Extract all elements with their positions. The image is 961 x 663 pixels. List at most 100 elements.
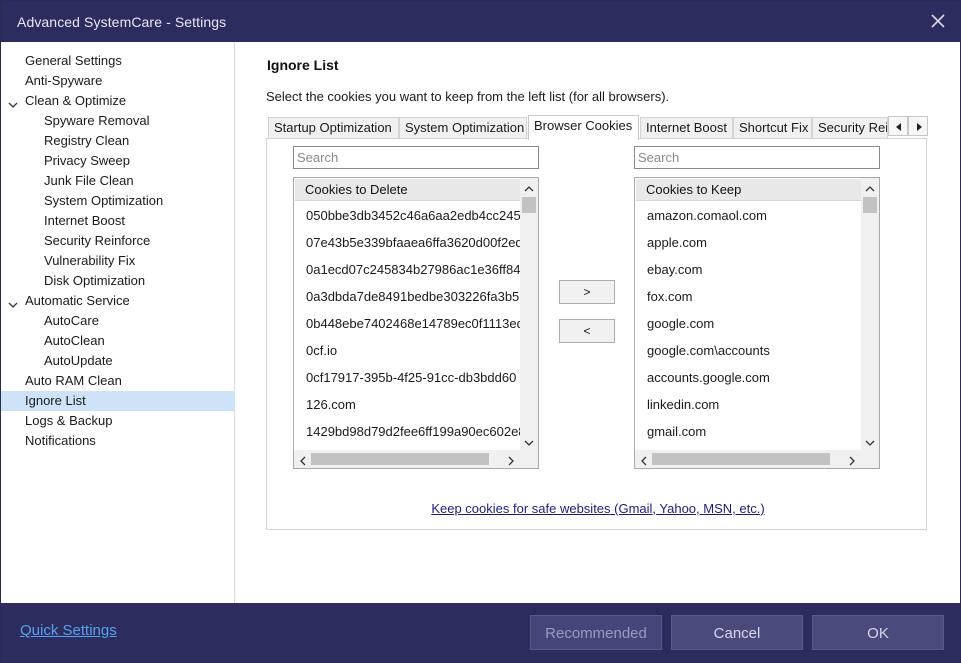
sidebar-item-label: Automatic Service <box>25 293 130 308</box>
list-item[interactable]: gmail.com <box>636 418 861 445</box>
sidebar-item-spyware-removal[interactable]: Spyware Removal <box>1 111 235 131</box>
list-item[interactable]: 0a3dbda7de8491bedbe303226fa3b5 <box>295 283 520 310</box>
sidebar-item-autoupdate[interactable]: AutoUpdate <box>1 351 235 371</box>
settings-sidebar: General Settings Anti-Spyware Clean & Op… <box>1 42 235 603</box>
tab-system-optimization[interactable]: System Optimization <box>399 117 527 139</box>
list-item[interactable]: accounts.google.com <box>636 364 861 391</box>
page-description: Select the cookies you want to keep from… <box>266 89 670 104</box>
list-item[interactable]: ebay.com <box>636 256 861 283</box>
sidebar-item-label: Anti-Spyware <box>25 73 103 88</box>
sidebar-item-internet-boost[interactable]: Internet Boost <box>1 211 235 231</box>
tab-scroll-right-button[interactable] <box>908 116 928 136</box>
title-bar: Advanced SystemCare - Settings <box>1 1 960 42</box>
list-item[interactable]: 0cf17917-395b-4f25-91cc-db3bdd60 <box>295 364 520 391</box>
tab-startup-optimization[interactable]: Startup Optimization <box>268 117 399 139</box>
window-title: Advanced SystemCare - Settings <box>17 14 227 30</box>
tab-scroll-left-button[interactable] <box>888 116 908 136</box>
tab-internet-boost[interactable]: Internet Boost <box>640 117 733 139</box>
sidebar-item-registry-clean[interactable]: Registry Clean <box>1 131 235 151</box>
sidebar-item-junk-file-clean[interactable]: Junk File Clean <box>1 171 235 191</box>
list-item[interactable]: 1429bd98d79d2fee6ff199a90ec602e8 <box>295 418 520 445</box>
chevron-down-icon[interactable] <box>524 436 534 446</box>
sidebar-item-notifications[interactable]: Notifications <box>1 431 235 451</box>
list-item[interactable]: fox.com <box>636 283 861 310</box>
keep-search-input[interactable] <box>634 146 880 169</box>
sidebar-item-ignore-list[interactable]: Ignore List <box>1 391 235 411</box>
chevron-up-icon[interactable] <box>524 182 534 192</box>
main-content: Ignore List Select the cookies you want … <box>236 42 960 603</box>
list-header: Cookies to Keep <box>636 179 861 201</box>
sidebar-item-label: Vulnerability Fix <box>44 253 136 268</box>
chevron-left-icon[interactable] <box>298 454 308 466</box>
tab-security-reinforce[interactable]: Security Reinforce <box>812 117 888 139</box>
horizontal-scrollbar[interactable] <box>635 450 861 468</box>
quick-settings-link[interactable]: Quick Settings <box>20 622 117 639</box>
tab-browser-cookies[interactable]: Browser Cookies <box>528 115 639 140</box>
sidebar-item-anti-spyware[interactable]: Anti-Spyware <box>1 71 235 91</box>
list-item[interactable]: apple.com <box>636 229 861 256</box>
sidebar-item-label: Ignore List <box>25 393 86 408</box>
sidebar-item-system-optimization[interactable]: System Optimization <box>1 191 235 211</box>
horizontal-scrollbar[interactable] <box>294 450 520 468</box>
list-item[interactable]: google.com\accounts <box>636 337 861 364</box>
scroll-thumb[interactable] <box>522 197 536 213</box>
sidebar-item-security-reinforce[interactable]: Security Reinforce <box>1 231 235 251</box>
sidebar-item-clean-optimize[interactable]: Clean & Optimize <box>1 91 235 111</box>
list-item[interactable]: google.com <box>636 310 861 337</box>
sidebar-item-automatic-service[interactable]: Automatic Service <box>1 291 235 311</box>
sidebar-item-auto-ram-clean[interactable]: Auto RAM Clean <box>1 371 235 391</box>
list-header: Cookies to Delete <box>295 179 520 201</box>
sidebar-item-label: Auto RAM Clean <box>25 373 122 388</box>
cookies-to-delete-list[interactable]: Cookies to Delete 050bbe3db3452c46a6aa2e… <box>293 177 539 469</box>
sidebar-item-vulnerability-fix[interactable]: Vulnerability Fix <box>1 251 235 271</box>
sidebar-item-autoclean[interactable]: AutoClean <box>1 331 235 351</box>
chevron-up-icon[interactable] <box>865 182 875 192</box>
chevron-left-icon[interactable] <box>639 454 649 466</box>
sidebar-item-privacy-sweep[interactable]: Privacy Sweep <box>1 151 235 171</box>
list-item[interactable]: 0a1ecd07c245834b27986ac1e36ff84c <box>295 256 520 283</box>
cancel-button[interactable]: Cancel <box>671 615 803 650</box>
chevron-down-icon[interactable] <box>865 436 875 446</box>
scroll-thumb[interactable] <box>652 453 830 465</box>
sidebar-item-label: Logs & Backup <box>25 413 113 428</box>
list-item[interactable]: linkedin.com <box>636 391 861 418</box>
sidebar-item-label: Clean & Optimize <box>25 93 127 108</box>
sidebar-item-label: Registry Clean <box>44 133 130 148</box>
move-to-delete-button[interactable]: < <box>559 319 615 343</box>
sidebar-item-disk-optimization[interactable]: Disk Optimization <box>1 271 235 291</box>
sidebar-item-label: Junk File Clean <box>44 173 134 188</box>
chevron-right-icon[interactable] <box>506 454 516 466</box>
scroll-thumb[interactable] <box>311 453 489 465</box>
scroll-thumb[interactable] <box>863 197 877 213</box>
chevron-right-icon[interactable] <box>847 454 857 466</box>
browser-cookies-panel: Cookies to Delete 050bbe3db3452c46a6aa2e… <box>266 138 927 530</box>
chevron-right-icon <box>917 123 922 131</box>
sidebar-item-label: AutoUpdate <box>44 353 113 368</box>
sidebar-item-general-settings[interactable]: General Settings <box>1 51 235 71</box>
cookies-to-keep-list[interactable]: Cookies to Keep amazon.comaol.com apple.… <box>634 177 880 469</box>
list-item[interactable]: 07e43b5e339bfaaea6ffa3620d00f2ed <box>295 229 520 256</box>
chevron-down-icon[interactable] <box>8 296 18 308</box>
list-item[interactable]: 0b448ebe7402468e14789ec0f1113ed <box>295 310 520 337</box>
vertical-scrollbar[interactable] <box>861 178 879 451</box>
move-to-keep-button[interactable]: > <box>559 280 615 304</box>
keep-safe-cookies-link[interactable]: Keep cookies for safe websites (Gmail, Y… <box>368 501 828 516</box>
sidebar-item-label: System Optimization <box>44 193 164 208</box>
list-item[interactable]: 0cf.io <box>295 337 520 364</box>
list-item[interactable]: 050bbe3db3452c46a6aa2edb4cc245 <box>295 202 520 229</box>
sidebar-item-label: Notifications <box>25 433 96 448</box>
sidebar-item-label: General Settings <box>25 53 122 68</box>
delete-search-input[interactable] <box>293 146 539 169</box>
ok-button[interactable]: OK <box>812 615 944 650</box>
close-icon[interactable] <box>928 10 948 32</box>
list-item[interactable]: 126.com <box>295 391 520 418</box>
settings-window: Advanced SystemCare - Settings General S… <box>0 0 961 663</box>
chevron-down-icon[interactable] <box>8 96 18 108</box>
recommended-button[interactable]: Recommended <box>530 615 662 650</box>
sidebar-item-label: AutoCare <box>44 313 99 328</box>
list-item[interactable]: amazon.comaol.com <box>636 202 861 229</box>
tab-shortcut-fix[interactable]: Shortcut Fix <box>733 117 812 139</box>
vertical-scrollbar[interactable] <box>520 178 538 451</box>
sidebar-item-logs-backup[interactable]: Logs & Backup <box>1 411 235 431</box>
sidebar-item-autocare[interactable]: AutoCare <box>1 311 235 331</box>
